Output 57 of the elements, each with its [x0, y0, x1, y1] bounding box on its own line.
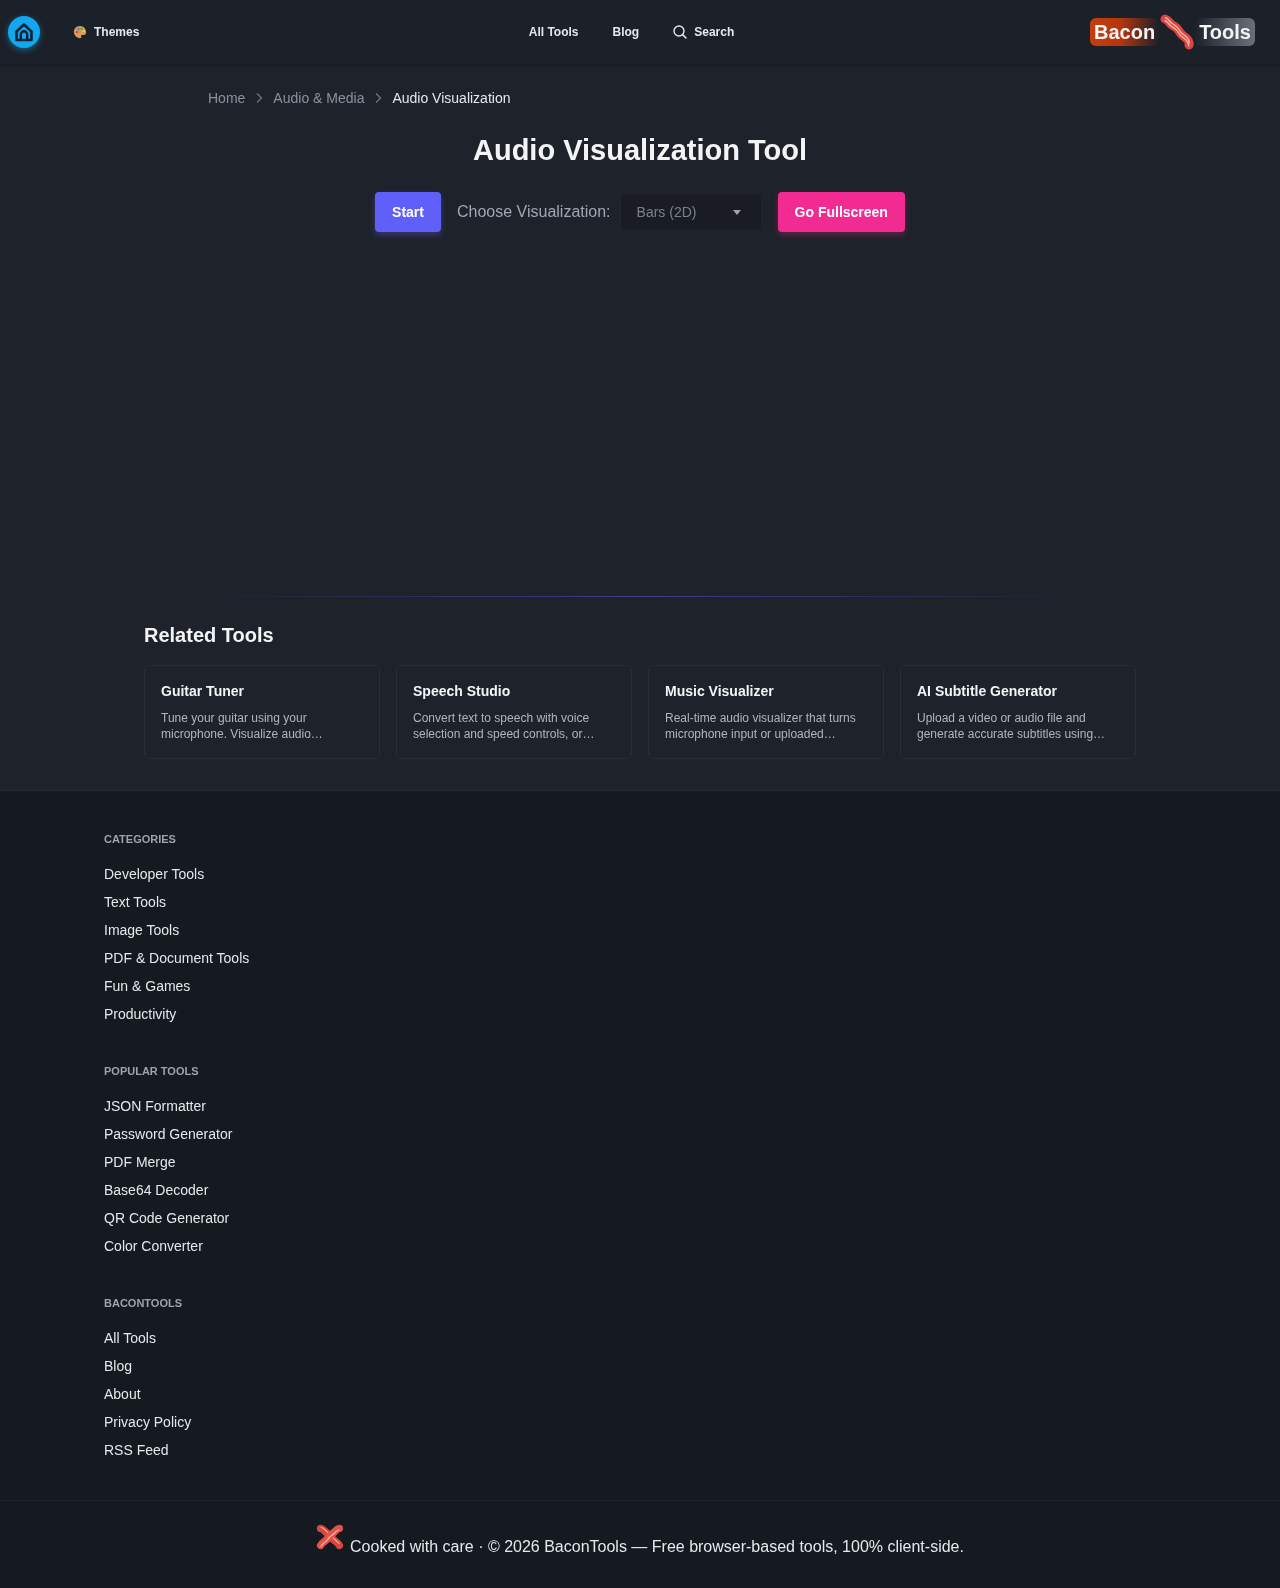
fullscreen-button[interactable]: Go Fullscreen	[777, 192, 905, 232]
footer-link[interactable]: About	[104, 1384, 141, 1404]
card-description: Tune your guitar using your microphone. Visualize audio…	[161, 710, 324, 742]
breadcrumb-link[interactable]: Home	[208, 88, 246, 108]
footer-link[interactable]: Password Generator	[104, 1124, 233, 1144]
start-button[interactable]: Start	[375, 192, 441, 232]
footer-link[interactable]: PDF & Document Tools	[104, 948, 250, 968]
footer-link[interactable]: Base64 Decoder	[104, 1180, 209, 1200]
footer-link[interactable]: QR Code Generator	[104, 1208, 230, 1228]
card-title: AI Subtitle Generator	[917, 682, 1059, 700]
chevron-icon	[374, 92, 383, 104]
card-title: Guitar Tuner	[161, 682, 245, 700]
footer-heading: POPULAR TOOLS	[104, 1064, 200, 1079]
logo-text: Tools	[1195, 18, 1255, 46]
tool-card[interactable]: Speech Studio Convert text to speech with voice selection and speed controls, or…	[396, 665, 632, 759]
bacon-icon	[1159, 14, 1196, 50]
footer-link[interactable]: Developer Tools	[104, 864, 205, 884]
tool-card[interactable]: Music Visualizer Real-time audio visualizer that turns microphone input or uploaded…	[648, 665, 884, 759]
chevron-icon	[255, 92, 264, 104]
card-description: Convert text to speech with voice selection and speed controls, or…	[413, 710, 596, 742]
card-title: Music Visualizer	[665, 682, 775, 700]
tool-card[interactable]: AI Subtitle Generator Upload a video or audio file and generate accurate subtitles using…	[900, 665, 1136, 759]
footer-link[interactable]: PDF Merge	[104, 1152, 176, 1172]
search-button[interactable]: Search	[673, 25, 735, 39]
themes-button[interactable]: Themes	[73, 25, 140, 39]
card-title: Speech Studio	[413, 682, 512, 700]
breadcrumb-link[interactable]: Audio & Media	[273, 88, 365, 108]
home-icon[interactable]	[8, 16, 40, 48]
logo-text: Bacon	[1090, 18, 1160, 46]
footer-link[interactable]: Fun & Games	[104, 976, 191, 996]
footer-link[interactable]: Productivity	[104, 1004, 177, 1024]
footer-link[interactable]: RSS Feed	[104, 1440, 169, 1460]
footer-heading: CATEGORIES	[104, 832, 177, 847]
footer-link[interactable]: Text Tools	[104, 892, 166, 912]
footer-link[interactable]: Image Tools	[104, 920, 180, 940]
crossed-bacon-icon	[316, 1523, 345, 1551]
section-heading: Related Tools	[144, 623, 275, 647]
footer-link[interactable]: All Tools	[104, 1328, 156, 1348]
footer-link[interactable]: Privacy Policy	[104, 1412, 192, 1432]
visualization-select[interactable]: Bars (2D)	[619, 193, 762, 231]
caret-icon	[732, 209, 741, 215]
palette-icon	[73, 25, 87, 39]
card-description: Upload a video or audio file and generate accurate subtitles using…	[917, 710, 1107, 742]
footer-link[interactable]: Blog	[104, 1356, 133, 1376]
nav-link[interactable]: Blog	[612, 25, 640, 39]
tool-card[interactable]: Guitar Tuner Tune your guitar using your microphone. Visualize audio…	[144, 665, 380, 759]
page-title: Audio Visualization Tool	[471, 133, 808, 168]
breadcrumb-link[interactable]: Audio Visualization	[392, 88, 511, 108]
nav-link[interactable]: All Tools	[528, 25, 579, 39]
search-icon	[673, 25, 688, 39]
copyright-text: Cooked with care · © 2026 BaconTools — Free browser-based tools, 100% client-side.	[350, 1537, 964, 1557]
select-label: Choose Visualization:	[457, 203, 611, 221]
logo-link[interactable]: Bacon Tools	[1090, 14, 1255, 50]
footer-link[interactable]: Color Converter	[104, 1236, 203, 1256]
card-description: Real-time audio visualizer that turns microphone input or uploaded…	[665, 710, 857, 742]
footer-link[interactable]: JSON Formatter	[104, 1096, 206, 1116]
footer-heading: BACONTOOLS	[104, 1296, 184, 1311]
